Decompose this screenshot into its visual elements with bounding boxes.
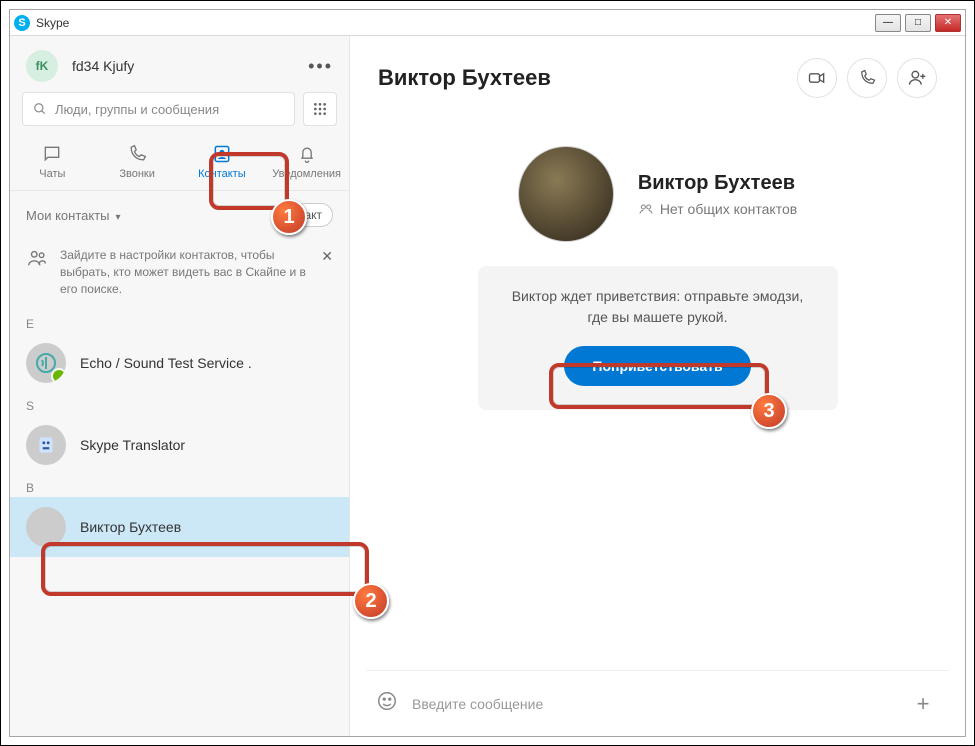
contact-name: Виктор Бухтеев bbox=[638, 172, 797, 195]
privacy-tip: Зайдите в настройки контактов, чтобы выб… bbox=[10, 239, 349, 311]
contact-translator[interactable]: Skype Translator bbox=[10, 415, 349, 475]
phone-icon bbox=[858, 69, 876, 87]
emoji-button[interactable] bbox=[376, 690, 398, 717]
app-window: S Skype — □ ✕ fK fd34 Kjufy ••• Люди, гр… bbox=[9, 9, 966, 737]
new-contact-button[interactable]: акт bbox=[293, 203, 333, 227]
mutual-contacts-label: Нет общих контактов bbox=[638, 201, 797, 217]
current-user-row[interactable]: fK fd34 Kjufy ••• bbox=[10, 36, 349, 92]
contact-avatar-large[interactable] bbox=[518, 146, 614, 242]
message-composer: Введите сообщение + bbox=[366, 670, 949, 736]
conversation-pane: Виктор Бухтеев Виктор Бухт bbox=[350, 36, 965, 736]
video-icon bbox=[807, 68, 827, 88]
people-icon bbox=[26, 247, 48, 269]
conversation-title: Виктор Бухтеев bbox=[378, 65, 787, 91]
tab-notifications[interactable]: Уведомления bbox=[264, 136, 349, 190]
tab-chats[interactable]: Чаты bbox=[10, 136, 95, 190]
search-input[interactable]: Люди, группы и сообщения bbox=[22, 92, 295, 126]
current-user-avatar: fK bbox=[26, 50, 58, 82]
tab-calls[interactable]: Звонки bbox=[95, 136, 180, 190]
emoji-icon bbox=[376, 690, 398, 712]
nav-tabs: Чаты Звонки Контакты Уведомления bbox=[10, 136, 349, 191]
viktor-avatar bbox=[26, 507, 66, 547]
greeting-text: Виктор ждет приветствия: отправьте эмодз… bbox=[502, 286, 814, 328]
tab-contacts[interactable]: Контакты bbox=[180, 136, 265, 190]
echo-avatar bbox=[26, 343, 66, 383]
contact-viktor[interactable]: Виктор Бухтеев bbox=[10, 497, 349, 557]
chat-icon bbox=[42, 144, 62, 164]
my-contacts-dropdown[interactable]: Мои контакты▾ bbox=[26, 208, 121, 223]
close-button[interactable]: ✕ bbox=[935, 14, 961, 32]
dialpad-icon bbox=[312, 101, 328, 117]
contact-profile-header: Виктор Бухтеев Нет общих контактов bbox=[518, 146, 797, 242]
add-people-button[interactable] bbox=[897, 58, 937, 98]
skype-logo-icon: S bbox=[14, 15, 30, 31]
video-call-button[interactable] bbox=[797, 58, 837, 98]
section-header-e: E bbox=[10, 311, 349, 333]
message-input[interactable]: Введите сообщение bbox=[412, 696, 893, 712]
contact-echo[interactable]: Echo / Sound Test Service . bbox=[10, 333, 349, 393]
search-placeholder: Люди, группы и сообщения bbox=[55, 102, 219, 117]
greeting-card: Виктор ждет приветствия: отправьте эмодз… bbox=[478, 266, 838, 410]
section-header-v: В bbox=[10, 475, 349, 497]
phone-icon bbox=[127, 144, 147, 164]
bell-icon bbox=[297, 144, 317, 164]
search-icon bbox=[33, 102, 47, 116]
sidebar: fK fd34 Kjufy ••• Люди, группы и сообщен… bbox=[10, 36, 350, 736]
more-menu-button[interactable]: ••• bbox=[308, 56, 333, 77]
dismiss-tip-button[interactable]: ✕ bbox=[321, 247, 333, 267]
contacts-icon bbox=[212, 144, 232, 164]
current-user-name: fd34 Kjufy bbox=[72, 58, 308, 74]
add-attachment-button[interactable]: + bbox=[907, 688, 939, 720]
window-title: Skype bbox=[36, 16, 69, 30]
greet-button[interactable]: Поприветствовать bbox=[564, 346, 750, 386]
chevron-down-icon: ▾ bbox=[116, 212, 121, 223]
titlebar: S Skype — □ ✕ bbox=[10, 10, 965, 36]
minimize-button[interactable]: — bbox=[875, 14, 901, 32]
dialpad-button[interactable] bbox=[303, 92, 337, 126]
add-person-icon bbox=[907, 68, 927, 88]
section-header-s: S bbox=[10, 393, 349, 415]
translator-avatar bbox=[26, 425, 66, 465]
audio-call-button[interactable] bbox=[847, 58, 887, 98]
people-icon bbox=[638, 201, 654, 217]
maximize-button[interactable]: □ bbox=[905, 14, 931, 32]
